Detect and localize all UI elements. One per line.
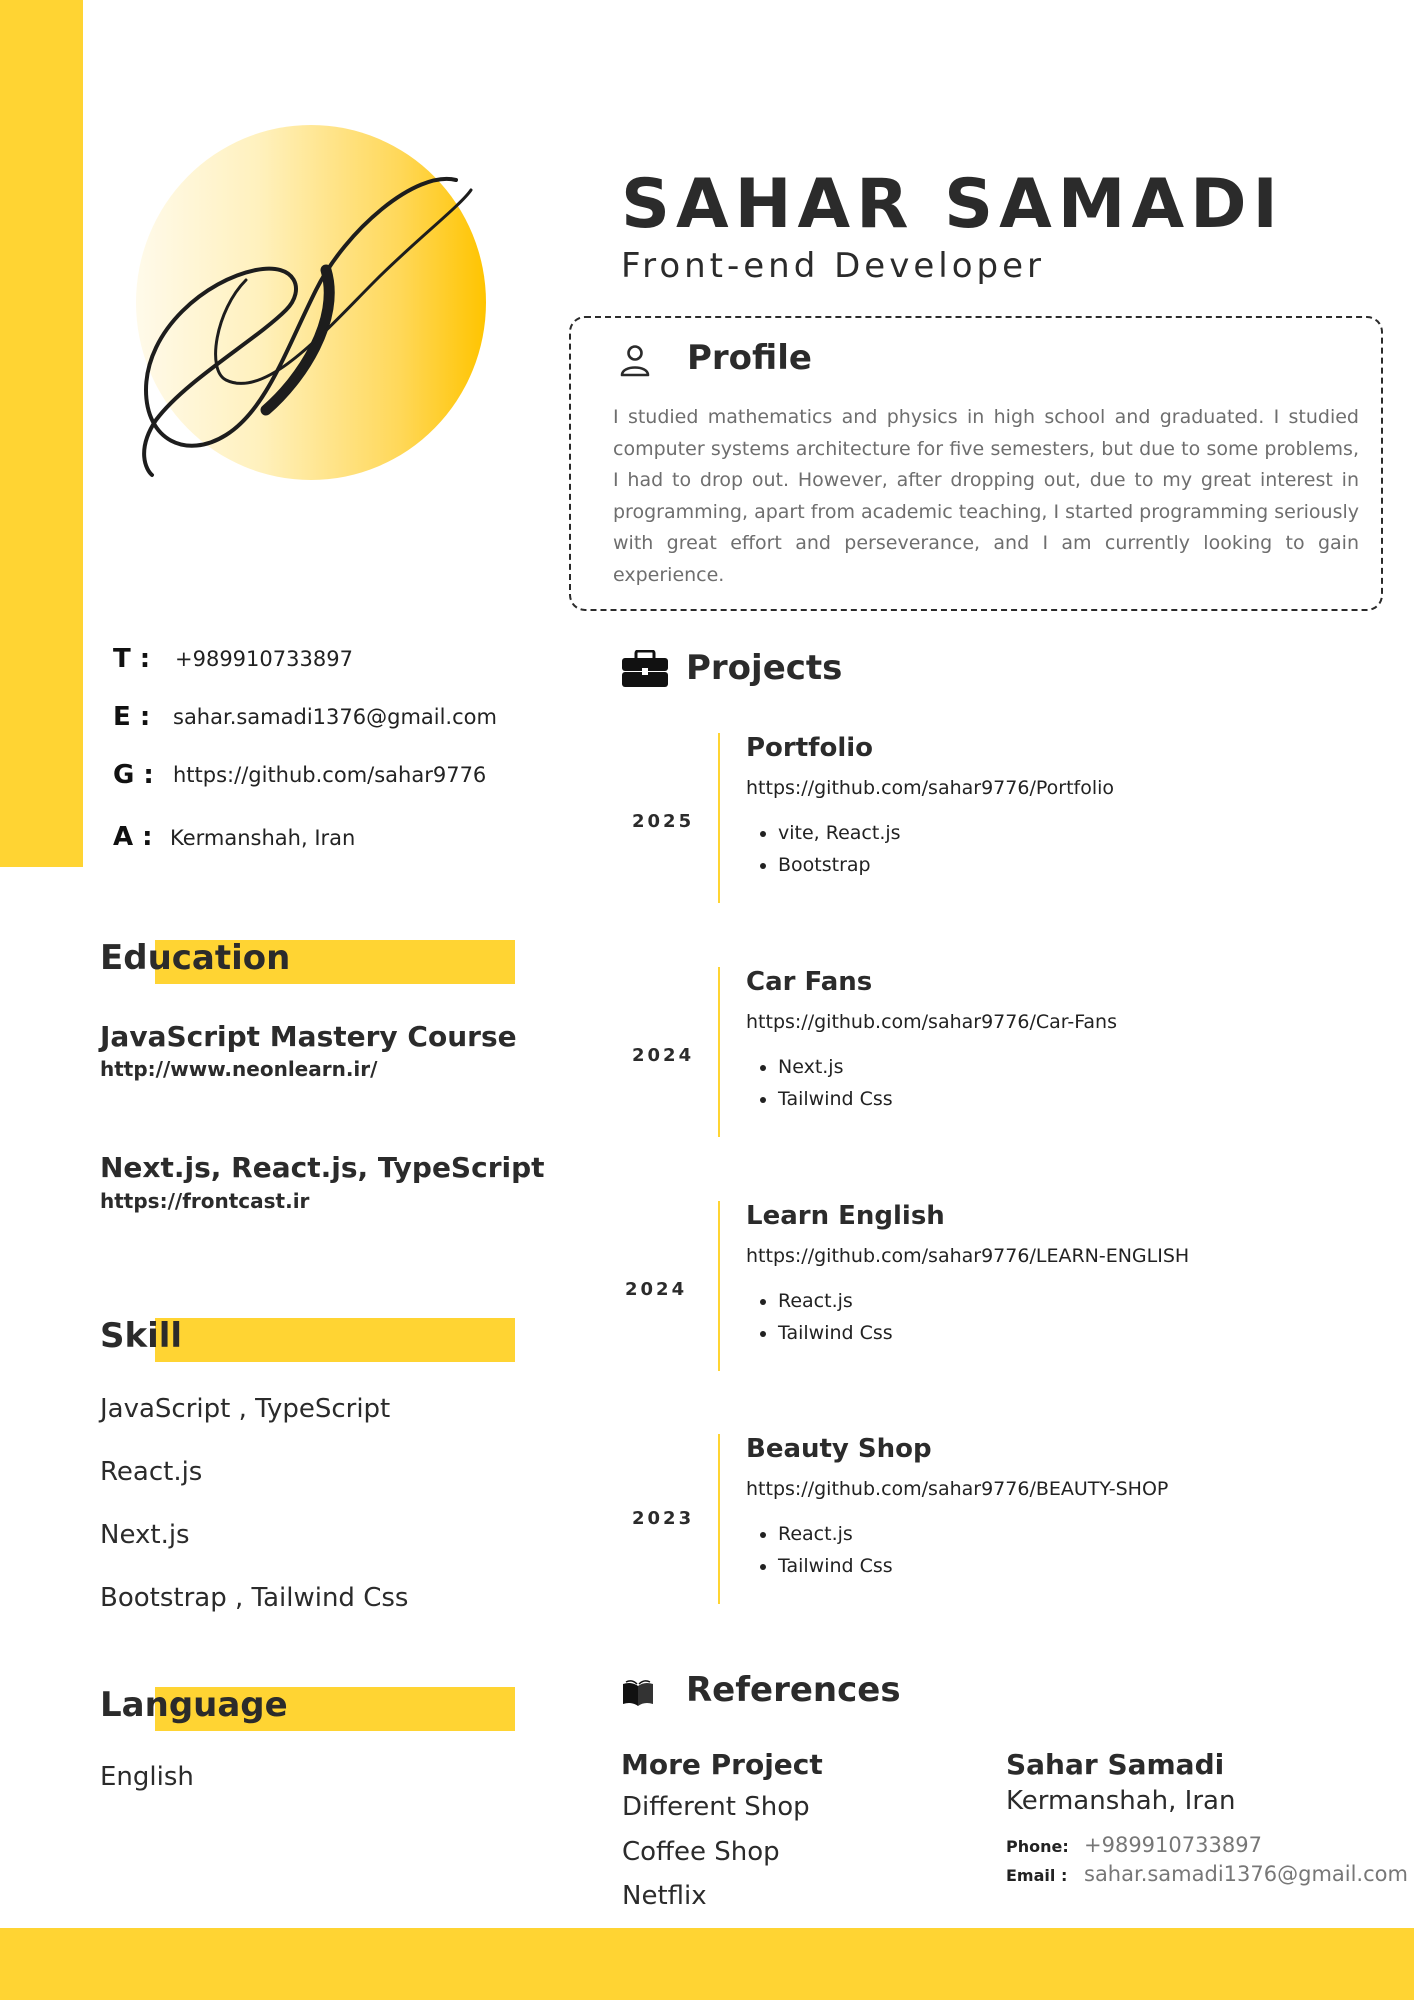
monogram-logo: [136, 125, 486, 480]
contact-value[interactable]: sahar.samadi1376@gmail.com: [173, 705, 497, 729]
profile-text: I studied mathematics and physics in hig…: [613, 406, 1359, 586]
project-title: Car Fans: [746, 967, 873, 997]
reference-phone: +989910733897: [1084, 1833, 1262, 1857]
profile-section: Profile I studied mathematics and physic…: [569, 316, 1383, 611]
project-title: Beauty Shop: [746, 1434, 932, 1464]
job-title: Front-end Developer: [621, 246, 1045, 286]
skill-item: Bootstrap , Tailwind Css: [100, 1583, 409, 1613]
skill-heading: Skill: [100, 1316, 515, 1364]
education-heading: Education: [100, 938, 515, 986]
profile-title: Profile: [687, 338, 812, 378]
project-item: 2023 Beauty Shop https://github.com/saha…: [560, 1434, 1400, 1604]
project-link[interactable]: https://github.com/sahar9776/Portfolio: [746, 777, 1114, 799]
project-year: 2023: [632, 1508, 695, 1529]
contact-value: +989910733897: [175, 647, 353, 671]
timeline-line: [718, 967, 720, 1137]
project-year: 2024: [625, 1279, 688, 1300]
project-item: 2024 Learn English https://github.com/sa…: [560, 1201, 1400, 1371]
timeline-line: [718, 733, 720, 903]
education-title: Education: [100, 938, 291, 978]
project-tags: vite, React.js Bootstrap: [778, 817, 901, 881]
skill-item: Next.js: [100, 1520, 190, 1550]
project-tag: Tailwind Css: [778, 1317, 893, 1349]
project-year: 2025: [632, 811, 695, 832]
more-project-item: Different Shop: [622, 1792, 810, 1822]
user-icon: [620, 345, 650, 377]
briefcase-icon: [622, 650, 668, 687]
education-item-link[interactable]: http://www.neonlearn.ir/: [100, 1057, 377, 1081]
project-title: Learn English: [746, 1201, 945, 1231]
education-item-title: JavaScript Mastery Course: [100, 1020, 517, 1053]
contact-key: G :: [113, 760, 154, 790]
reference-phone-label: Phone:: [1006, 1837, 1069, 1856]
project-item: 2025 Portfolio https://github.com/sahar9…: [560, 733, 1400, 903]
project-link[interactable]: https://github.com/sahar9776/LEARN-ENGLI…: [746, 1245, 1189, 1267]
skill-item: JavaScript , TypeScript: [100, 1394, 391, 1424]
education-item-link[interactable]: https://frontcast.ir: [100, 1189, 309, 1213]
project-tags: React.js Tailwind Css: [778, 1285, 893, 1349]
project-link[interactable]: https://github.com/sahar9776/BEAUTY-SHOP: [746, 1478, 1168, 1500]
project-tag: Tailwind Css: [778, 1083, 893, 1115]
reference-email-label: Email :: [1006, 1866, 1068, 1885]
language-title: Language: [100, 1685, 288, 1725]
contact-key: T :: [113, 644, 151, 674]
footer-band: [0, 1928, 1414, 2000]
education-item-title: Next.js, React.js, TypeScript: [100, 1151, 545, 1184]
candidate-name: SAHAR SAMADI: [621, 165, 1284, 244]
timeline-line: [718, 1434, 720, 1604]
language-item: English: [100, 1762, 194, 1792]
more-project-item: Netflix: [622, 1881, 707, 1911]
contact-key: E :: [113, 702, 151, 732]
contact-value[interactable]: https://github.com/sahar9776: [173, 763, 486, 787]
project-tag: Next.js: [778, 1051, 893, 1083]
language-heading: Language: [100, 1685, 515, 1733]
project-year: 2024: [632, 1045, 695, 1066]
skill-title: Skill: [100, 1316, 183, 1356]
side-accent-bar: [0, 0, 83, 867]
timeline-line: [718, 1201, 720, 1371]
project-item: 2024 Car Fans https://github.com/sahar97…: [560, 967, 1400, 1137]
project-tag: Tailwind Css: [778, 1550, 893, 1582]
skill-item: React.js: [100, 1457, 203, 1487]
script-s-icon: [142, 176, 473, 477]
book-icon: [623, 1680, 653, 1706]
reference-name: Sahar Samadi: [1006, 1748, 1225, 1781]
project-tags: React.js Tailwind Css: [778, 1518, 893, 1582]
contact-value: Kermanshah, Iran: [170, 826, 356, 850]
project-tag: vite, React.js: [778, 817, 901, 849]
reference-city: Kermanshah, Iran: [1006, 1786, 1236, 1816]
reference-email[interactable]: sahar.samadi1376@gmail.com: [1084, 1862, 1408, 1886]
references-title: References: [686, 1670, 901, 1710]
contact-key: A :: [113, 822, 153, 852]
projects-title: Projects: [686, 648, 843, 688]
project-tags: Next.js Tailwind Css: [778, 1051, 893, 1115]
heading-highlight: [155, 1318, 515, 1362]
project-link[interactable]: https://github.com/sahar9776/Car-Fans: [746, 1011, 1117, 1033]
project-tag: React.js: [778, 1518, 893, 1550]
project-tag: React.js: [778, 1285, 893, 1317]
more-project-item: Coffee Shop: [622, 1837, 780, 1867]
project-tag: Bootstrap: [778, 849, 901, 881]
more-project-title: More Project: [621, 1748, 823, 1781]
project-title: Portfolio: [746, 733, 874, 763]
